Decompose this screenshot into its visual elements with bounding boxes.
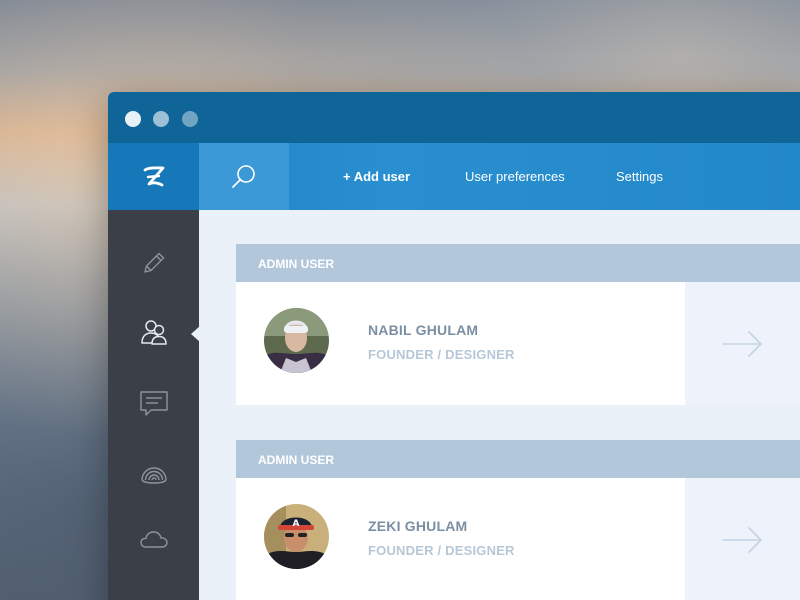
z-logo-icon [143,165,164,186]
user-name: NABIL GHULAM [368,322,479,338]
window-minimize-button[interactable] [153,111,169,127]
sidebar-item-edit[interactable] [108,229,199,297]
svg-text:A: A [293,519,300,529]
user-card: ADMIN USER A ZEKI GHULAM FOUNDER / DESIG… [236,440,800,600]
search-button[interactable] [199,143,289,210]
broadcast-icon [140,467,167,484]
avatar[interactable] [264,308,329,373]
sidebar [108,210,200,600]
main-content: ADMIN USER NABIL GHULAM FOUNDER / DESIGN… [199,210,800,600]
user-card: ADMIN USER NABIL GHULAM FOUNDER / DESIGN… [236,244,800,405]
users-icon [140,320,167,345]
open-user-button[interactable] [685,282,800,405]
card-body: A ZEKI GHULAM FOUNDER / DESIGNER [236,478,800,600]
open-user-button[interactable] [685,478,800,600]
arrow-right-icon [722,330,762,357]
user-role: FOUNDER / DESIGNER [368,347,515,362]
window-close-button[interactable] [125,111,141,127]
app-window: + Add user User preferences Settings ADM… [108,92,800,600]
window-maximize-button[interactable] [182,111,198,127]
title-bar [108,92,800,143]
top-navbar: + Add user User preferences Settings [108,143,800,210]
chat-icon [139,391,168,416]
card-header: ADMIN USER [236,440,800,478]
user-role: FOUNDER / DESIGNER [368,543,515,558]
cloud-icon [139,531,168,548]
avatar[interactable]: A [264,504,329,569]
nav-settings[interactable]: Settings [616,143,663,210]
sidebar-item-cloud[interactable] [108,506,199,574]
sidebar-item-messages[interactable] [108,370,199,438]
nav-add-user[interactable]: + Add user [343,143,410,210]
sidebar-item-broadcast[interactable] [108,438,199,506]
search-icon [232,164,255,188]
card-body: NABIL GHULAM FOUNDER / DESIGNER [236,282,800,405]
sidebar-item-users[interactable] [108,298,199,366]
nav-user-preferences[interactable]: User preferences [465,143,565,210]
arrow-right-icon [722,526,762,553]
app-logo[interactable] [108,143,199,210]
user-name: ZEKI GHULAM [368,518,468,534]
card-header: ADMIN USER [236,244,800,282]
pencil-icon [143,252,164,273]
